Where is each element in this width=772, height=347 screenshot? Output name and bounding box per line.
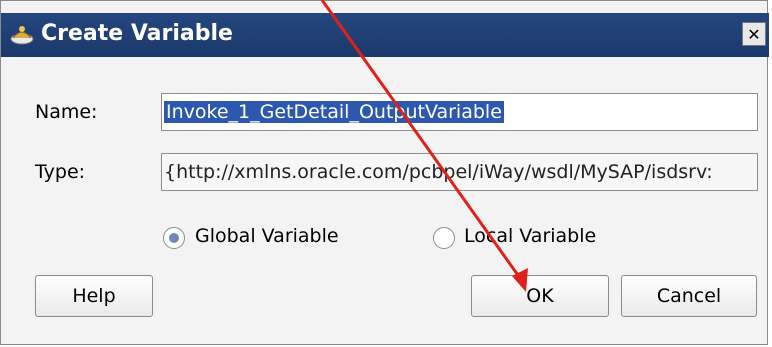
type-label: Type: [35,161,85,183]
cancel-button-label: Cancel [656,285,722,307]
close-button[interactable]: ✕ [742,22,766,46]
name-label: Name: [35,101,97,123]
help-button[interactable]: Help [35,275,153,317]
local-variable-radio[interactable] [433,227,455,249]
help-button-label: Help [72,285,116,307]
type-label-text: Type: [35,161,86,183]
title-bar: Create Variable ✕ [1,13,769,57]
name-field[interactable]: Invoke_1_GetDetail_OutputVariable [161,93,758,131]
global-variable-radio[interactable] [163,227,185,249]
variable-icon [10,26,34,45]
local-variable-label[interactable]: Local Variable [464,225,596,247]
type-field[interactable]: {http://xmlns.oracle.com/pcbpel/iWay/wsd… [161,153,758,191]
cancel-button[interactable]: Cancel [621,275,757,317]
close-icon: ✕ [747,24,761,44]
global-variable-label[interactable]: Global Variable [195,225,339,247]
name-field-value: Invoke_1_GetDetail_OutputVariable [164,101,504,123]
type-field-value: {http://xmlns.oracle.com/pcbpel/iWay/wsd… [164,161,713,183]
name-label-text: Name: [35,101,98,123]
radio-selected-dot [169,233,179,243]
dialog-title: Create Variable [41,21,233,46]
create-variable-dialog: Create Variable ✕ Name: Invoke_1_GetDeta… [0,0,769,345]
ok-button-label: OK [526,285,554,307]
ok-button[interactable]: OK [471,275,609,317]
